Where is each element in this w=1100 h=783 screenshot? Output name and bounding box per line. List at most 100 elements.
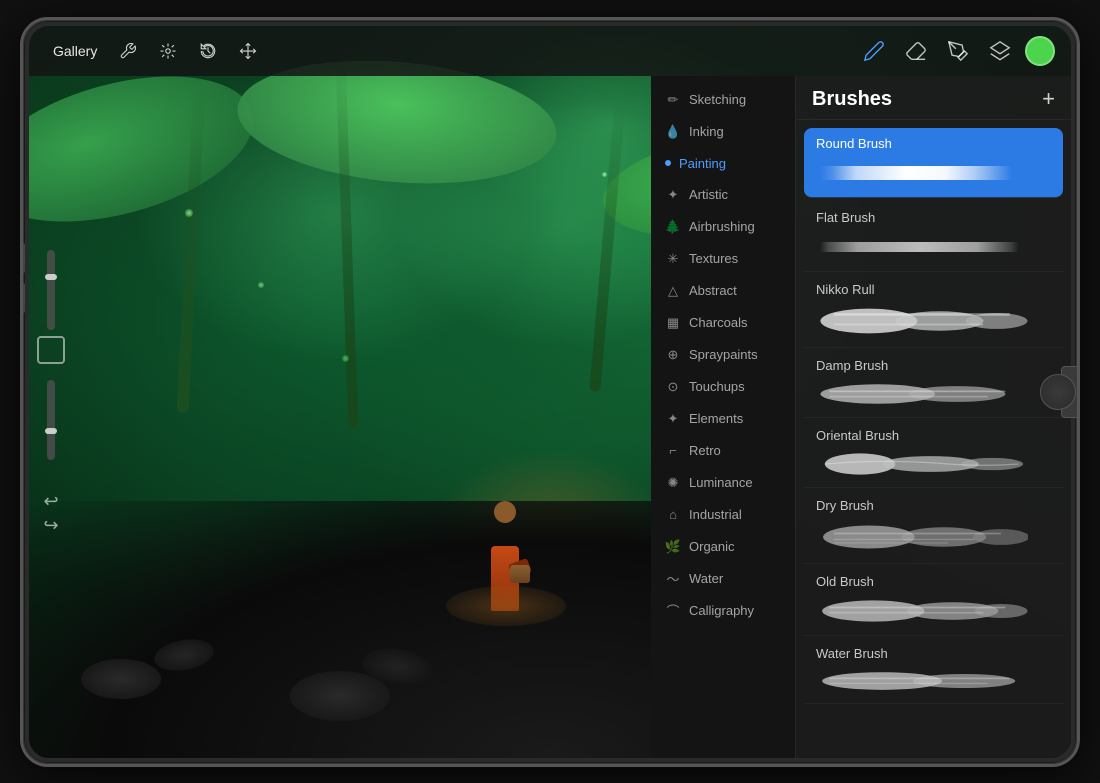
brush-list: Brushes + Round Brush Flat Brush (796, 76, 1071, 758)
brush-panel: ✏ Sketching 💧 Inking Painting ✦ Artistic… (651, 76, 1071, 758)
brush-panel-title: Brushes (812, 88, 892, 111)
wrench-icon (119, 42, 137, 60)
category-textures[interactable]: ✳ Textures (651, 243, 795, 275)
rock-1 (81, 659, 161, 699)
category-painting[interactable]: Painting (651, 148, 795, 179)
transform-icon (239, 42, 257, 60)
airbrushing-icon: 🌲 (665, 219, 681, 235)
smudge-tool-button[interactable] (941, 34, 975, 68)
side-buttons-left (21, 243, 25, 313)
gallery-button[interactable]: Gallery (45, 39, 105, 63)
category-airbrushing[interactable]: 🌲 Airbrushing (651, 211, 795, 243)
brush-item-dry[interactable]: Dry Brush (804, 490, 1063, 564)
luminance-icon: ✺ (665, 475, 681, 491)
redo-button[interactable]: ↪ (43, 516, 58, 534)
nikko-stroke-svg (816, 304, 1028, 338)
category-sketching[interactable]: ✏ Sketching (651, 84, 795, 116)
toolbar-left: Gallery (45, 34, 857, 68)
brush-preview-flat (816, 231, 1051, 263)
flat-stroke (816, 242, 1023, 252)
category-retro[interactable]: ⌐ Retro (651, 435, 795, 467)
brush-name-flat: Flat Brush (816, 210, 1051, 225)
category-charcoals[interactable]: ▦ Charcoals (651, 307, 795, 339)
size-slider[interactable] (47, 380, 55, 460)
color-picker-button[interactable] (1025, 36, 1055, 66)
brush-preview-dry (816, 519, 1051, 555)
category-luminance[interactable]: ✺ Luminance (651, 467, 795, 499)
undo-button[interactable]: ↩ (43, 492, 58, 510)
particle-2 (258, 282, 264, 288)
brush-preview-water (816, 667, 1051, 695)
round-stroke (816, 166, 1016, 180)
brush-item-nikko[interactable]: Nikko Rull (804, 274, 1063, 348)
spraypaints-icon: ⊕ (665, 347, 681, 363)
left-side-toolbar: ↩ ↪ (37, 250, 65, 534)
dry-stroke-svg (816, 520, 1028, 554)
category-calligraphy[interactable]: ⌒ Calligraphy (651, 595, 795, 627)
history-tool-button[interactable] (191, 34, 225, 68)
pen-tool-button[interactable] (857, 34, 891, 68)
brush-categories-list: ✏ Sketching 💧 Inking Painting ✦ Artistic… (651, 76, 796, 758)
eraser-tool-button[interactable] (899, 34, 933, 68)
artistic-icon: ✦ (665, 187, 681, 203)
charcoals-icon: ▦ (665, 315, 681, 331)
toolbar-right (857, 34, 1055, 68)
volume-down-button[interactable] (21, 283, 25, 313)
history-icon (199, 42, 217, 60)
oriental-stroke-svg (816, 450, 1028, 478)
category-inking[interactable]: 💧 Inking (651, 116, 795, 148)
particle-3 (602, 172, 607, 177)
abstract-icon: △ (665, 283, 681, 299)
home-button[interactable] (1061, 366, 1079, 418)
volume-up-button[interactable] (21, 243, 25, 273)
layers-icon (989, 40, 1011, 62)
water-icon: 〜 (665, 571, 681, 587)
elements-icon: ✦ (665, 411, 681, 427)
smudge-icon (947, 40, 969, 62)
brush-item-damp[interactable]: Damp Brush (804, 350, 1063, 418)
brush-item-oriental[interactable]: Oriental Brush (804, 420, 1063, 488)
particle-1 (185, 209, 193, 217)
screen: Gallery (29, 26, 1071, 758)
active-indicator (665, 160, 671, 166)
brush-item-water[interactable]: Water Brush (804, 638, 1063, 704)
brush-item-old[interactable]: Old Brush (804, 566, 1063, 636)
category-water[interactable]: 〜 Water (651, 563, 795, 595)
brush-preview-damp (816, 379, 1051, 409)
eraser-icon (905, 40, 927, 62)
brush-name-dry: Dry Brush (816, 498, 1051, 513)
brush-name-round: Round Brush (816, 136, 1051, 151)
opacity-slider[interactable] (47, 250, 55, 330)
brush-preview-nikko (816, 303, 1051, 339)
water-stroke-svg (816, 668, 1028, 694)
touchups-icon: ⊙ (665, 379, 681, 395)
layers-tool-button[interactable] (983, 34, 1017, 68)
category-spraypaints[interactable]: ⊕ Spraypaints (651, 339, 795, 371)
brush-item-flat[interactable]: Flat Brush (804, 202, 1063, 272)
category-abstract[interactable]: △ Abstract (651, 275, 795, 307)
organic-icon: 🌿 (665, 539, 681, 555)
category-elements[interactable]: ✦ Elements (651, 403, 795, 435)
brush-preview-round (816, 157, 1051, 189)
industrial-icon: ⌂ (665, 507, 681, 523)
category-artistic[interactable]: ✦ Artistic (651, 179, 795, 211)
old-stroke-svg (816, 596, 1028, 626)
canvas-options-button[interactable] (37, 336, 65, 364)
brush-name-damp: Damp Brush (816, 358, 1051, 373)
adjust-tool-button[interactable] (151, 34, 185, 68)
brush-item-round[interactable]: Round Brush (804, 128, 1063, 198)
wrench-tool-button[interactable] (111, 34, 145, 68)
transform-tool-button[interactable] (231, 34, 265, 68)
category-organic[interactable]: 🌿 Organic (651, 531, 795, 563)
pen-icon (863, 40, 885, 62)
category-industrial[interactable]: ⌂ Industrial (651, 499, 795, 531)
brush-name-water: Water Brush (816, 646, 1051, 661)
textures-icon: ✳ (665, 251, 681, 267)
add-brush-button[interactable]: + (1042, 88, 1055, 110)
size-thumb (45, 428, 57, 434)
brush-preview-oriental (816, 449, 1051, 479)
top-toolbar: Gallery (29, 26, 1071, 76)
category-touchups[interactable]: ⊙ Touchups (651, 371, 795, 403)
brush-name-old: Old Brush (816, 574, 1051, 589)
calligraphy-icon: ⌒ (665, 603, 681, 619)
